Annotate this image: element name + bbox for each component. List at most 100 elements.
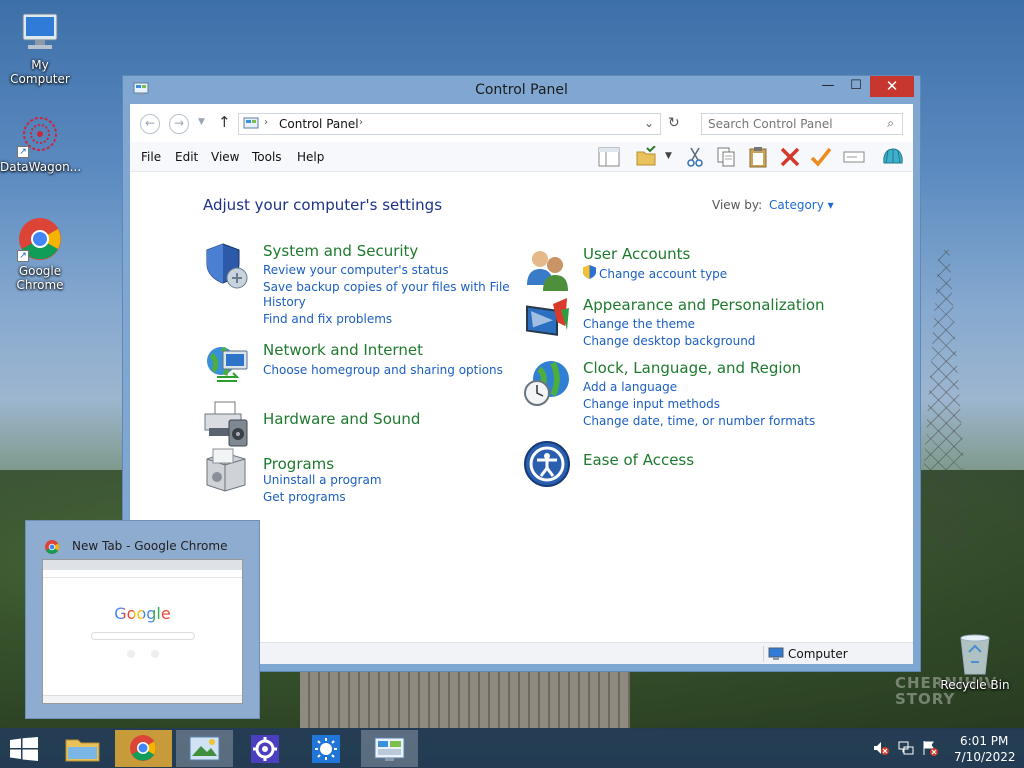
thumb-search-box — [91, 632, 195, 640]
menu-tools[interactable]: Tools — [252, 150, 282, 164]
desktop-icon-my-computer[interactable]: My Computer — [0, 10, 80, 86]
desktop-icon-datawagon[interactable]: ↗ DataWagon... — [0, 112, 81, 174]
action-center-flag-icon[interactable] — [922, 740, 938, 756]
uac-shield-icon — [583, 265, 596, 282]
maximize-button[interactable]: ☐ — [842, 76, 870, 97]
address-bar: ← → ▼ ↑ › Control Panel › ⌄ ↻ ⌕ — [130, 104, 913, 142]
layout-pane-icon[interactable] — [598, 146, 620, 168]
category-hardware-and-sound: Hardware and Sound — [203, 400, 503, 450]
status-divider — [763, 646, 764, 662]
page-title: Adjust your computer's settings — [203, 196, 443, 214]
search-icon[interactable]: ⌕ — [887, 116, 894, 131]
desktop-icon-recycle-bin[interactable]: Recycle Bin — [935, 632, 1015, 692]
view-by-dropdown[interactable]: Category ▾ — [769, 198, 834, 212]
desktop-icon-label: Recycle Bin — [940, 678, 1010, 692]
status-text: Computer — [788, 647, 848, 661]
copy-icon[interactable] — [715, 146, 737, 168]
photo-viewer-icon — [189, 736, 220, 761]
sun-icon — [312, 735, 340, 763]
taskbar-brightness-app[interactable] — [298, 730, 355, 767]
link-change-input-methods[interactable]: Change input methods — [583, 397, 720, 411]
link-save-backup[interactable]: Save backup copies of your files with Fi… — [263, 280, 510, 294]
breadcrumb-control-panel[interactable]: Control Panel — [279, 117, 359, 131]
paste-icon[interactable] — [747, 146, 769, 168]
cut-icon[interactable] — [684, 146, 706, 168]
ease-of-access-icon — [523, 440, 571, 488]
thumb-shortcut-icon — [127, 650, 135, 658]
menu-edit[interactable]: Edit — [175, 150, 198, 164]
menu-help[interactable]: Help — [297, 150, 324, 164]
clock-time[interactable]: 6:01 PM — [960, 734, 1008, 748]
category-title-user-accounts[interactable]: User Accounts — [583, 245, 690, 263]
link-change-account-type[interactable]: Change account type — [599, 267, 727, 281]
category-ease-of-access: Ease of Access — [523, 440, 823, 490]
taskbar-control-panel[interactable] — [361, 730, 418, 767]
link-change-theme[interactable]: Change the theme — [583, 317, 695, 331]
clock-globe-icon — [523, 359, 571, 407]
category-title-programs[interactable]: Programs — [263, 455, 334, 473]
delete-icon[interactable] — [779, 146, 801, 168]
link-homegroup-sharing[interactable]: Choose homegroup and sharing options — [263, 363, 503, 377]
link-change-date-time-formats[interactable]: Change date, time, or number formats — [583, 414, 815, 428]
breadcrumb-chevron-icon[interactable]: › — [264, 117, 268, 128]
up-arrow-icon[interactable]: ↑ — [218, 113, 231, 131]
category-system-and-security: System and Security Review your computer… — [203, 242, 510, 332]
taskbar-preview-chrome[interactable]: New Tab - Google Chrome Google — [25, 520, 260, 719]
taskbar-google-chrome[interactable] — [115, 730, 172, 767]
back-button[interactable]: ← — [140, 114, 160, 134]
link-change-desktop-background[interactable]: Change desktop background — [583, 334, 755, 348]
folder-options-icon[interactable] — [635, 145, 657, 168]
toolbar-dropdown-chevron-icon[interactable]: ▼ — [665, 151, 672, 161]
category-title-system-security[interactable]: System and Security — [263, 242, 418, 260]
taskbar-settings[interactable] — [237, 730, 294, 767]
category-appearance-personalization: Appearance and Personalization Change th… — [523, 296, 825, 352]
close-button[interactable]: ✕ — [870, 76, 914, 97]
search-input[interactable] — [702, 114, 872, 134]
category-title-clock-language[interactable]: Clock, Language, and Region — [583, 359, 801, 377]
minimize-button[interactable]: — — [814, 76, 842, 97]
link-review-status[interactable]: Review your computer's status — [263, 263, 449, 277]
wallpaper-building — [300, 672, 630, 728]
properties-check-icon[interactable] — [810, 146, 832, 168]
menu-file[interactable]: File — [141, 150, 161, 164]
taskbar-photos[interactable] — [176, 730, 233, 767]
desktop-icon-google-chrome[interactable]: ↗ Google Chrome — [0, 216, 80, 292]
link-get-programs[interactable]: Get programs — [263, 490, 346, 504]
category-title-appearance[interactable]: Appearance and Personalization — [583, 296, 825, 314]
printer-speaker-icon — [203, 400, 251, 448]
computer-icon — [17, 10, 63, 56]
network-globe-icon — [203, 341, 251, 389]
personalization-monitor-icon — [523, 296, 571, 344]
breadcrumb-chevron-icon[interactable]: › — [359, 117, 363, 128]
search-box[interactable]: ⌕ — [701, 113, 903, 135]
address-dropdown-chevron-icon[interactable]: ⌄ — [644, 116, 654, 130]
clock-date[interactable]: 7/10/2022 — [954, 750, 1016, 764]
preview-title: New Tab - Google Chrome — [72, 539, 228, 553]
link-find-fix-problems[interactable]: Find and fix problems — [263, 312, 392, 326]
wallpaper-tower — [918, 250, 970, 550]
thumb-google-logo: Google — [114, 604, 171, 623]
start-windows-icon[interactable] — [10, 737, 38, 761]
link-file-history[interactable]: History — [263, 295, 306, 309]
recent-locations-chevron-icon[interactable]: ▼ — [198, 117, 205, 127]
category-clock-language-region: Clock, Language, and Region Add a langua… — [523, 359, 843, 431]
menu-view[interactable]: View — [211, 150, 239, 164]
refresh-icon[interactable]: ↻ — [668, 115, 680, 131]
forward-button[interactable]: → — [169, 114, 189, 134]
rename-icon[interactable] — [843, 146, 865, 168]
category-title-network-internet[interactable]: Network and Internet — [263, 341, 423, 359]
category-user-accounts: User Accounts Change account type — [523, 245, 823, 293]
taskbar-file-explorer[interactable] — [54, 730, 111, 767]
link-uninstall-program[interactable]: Uninstall a program — [263, 473, 382, 487]
preview-thumbnail[interactable]: Google — [42, 559, 243, 704]
link-add-language[interactable]: Add a language — [583, 380, 677, 394]
category-title-ease-of-access[interactable]: Ease of Access — [583, 451, 694, 469]
shell-icon[interactable] — [882, 146, 904, 168]
network-icon[interactable] — [898, 740, 914, 756]
category-title-hardware-sound[interactable]: Hardware and Sound — [263, 410, 420, 428]
datawagon-icon: ↗ — [17, 112, 63, 158]
title-bar[interactable]: Control Panel — ☐ ✕ — [123, 76, 920, 104]
volume-muted-icon[interactable] — [873, 740, 889, 756]
desktop-icon-label: Google Chrome — [16, 264, 64, 292]
address-box[interactable]: › Control Panel › ⌄ — [238, 113, 661, 135]
